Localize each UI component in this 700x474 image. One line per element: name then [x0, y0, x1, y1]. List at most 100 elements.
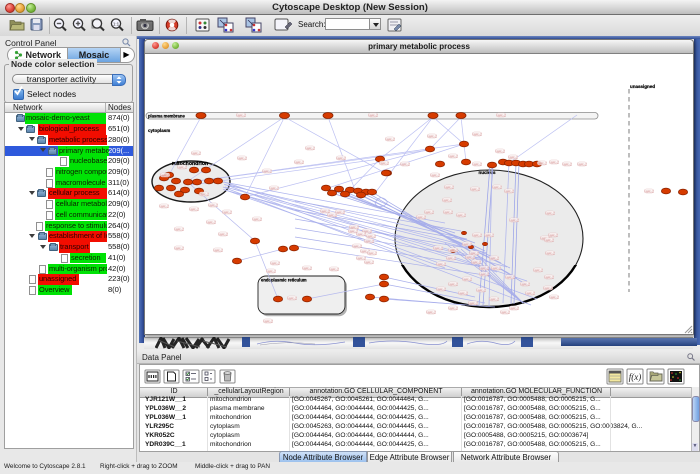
svg-text:YBR1C: YBR1C	[495, 149, 505, 153]
svg-text:YBR1C: YBR1C	[545, 211, 555, 215]
svg-text:YBR1C: YBR1C	[424, 210, 434, 214]
svg-text:YBR1C: YBR1C	[366, 234, 376, 238]
svg-text:YBR1C: YBR1C	[270, 261, 280, 265]
svg-text:plasma membrane: plasma membrane	[148, 114, 185, 119]
svg-text:YBR1C: YBR1C	[462, 242, 472, 246]
svg-text:YBR1C: YBR1C	[327, 213, 337, 217]
svg-text:YBR1C: YBR1C	[472, 132, 482, 136]
svg-text:YBR1C: YBR1C	[549, 295, 559, 299]
svg-text:YBR1C: YBR1C	[544, 275, 554, 279]
svg-text:YBR1C: YBR1C	[489, 256, 499, 260]
svg-text:YBR1C: YBR1C	[305, 146, 315, 150]
svg-text:YBR1C: YBR1C	[508, 155, 518, 159]
svg-text:YBR1C: YBR1C	[368, 113, 378, 117]
svg-text:YBR1C: YBR1C	[496, 113, 506, 117]
svg-text:YBR1C: YBR1C	[443, 210, 453, 214]
svg-text:YBR1C: YBR1C	[644, 189, 654, 193]
svg-text:YBR1C: YBR1C	[471, 260, 481, 264]
svg-text:YBR1C: YBR1C	[444, 185, 454, 189]
svg-text:YBR1C: YBR1C	[177, 165, 187, 169]
svg-text:YBR1C: YBR1C	[472, 162, 482, 166]
svg-text:YBR1C: YBR1C	[379, 161, 389, 165]
svg-text:YBR1C: YBR1C	[427, 134, 437, 138]
svg-text:YBR1C: YBR1C	[465, 255, 475, 259]
svg-text:YBR1C: YBR1C	[470, 187, 480, 191]
svg-text:YBR1C: YBR1C	[468, 301, 478, 305]
svg-text:YBR1C: YBR1C	[458, 291, 468, 295]
svg-text:YBR1C: YBR1C	[236, 113, 246, 117]
svg-text:YBR1C: YBR1C	[446, 256, 456, 260]
svg-text:YBR1C: YBR1C	[492, 185, 502, 189]
svg-text:YBR1C: YBR1C	[367, 251, 377, 255]
svg-text:YBR1C: YBR1C	[385, 137, 395, 141]
svg-text:nucleus: nucleus	[478, 170, 496, 175]
svg-text:YBR1C: YBR1C	[509, 306, 519, 310]
svg-text:YBR1C: YBR1C	[199, 192, 209, 196]
svg-text:YBR1C: YBR1C	[426, 310, 436, 314]
svg-text:YBR1C: YBR1C	[364, 260, 374, 264]
svg-text:YBR1C: YBR1C	[430, 173, 440, 177]
svg-text:YBR1C: YBR1C	[174, 227, 184, 231]
svg-text:YBR1C: YBR1C	[448, 248, 458, 252]
svg-text:YBR1C: YBR1C	[479, 272, 489, 276]
svg-text:YBR1C: YBR1C	[484, 233, 494, 237]
svg-text:YBR1C: YBR1C	[448, 306, 458, 310]
svg-text:YBR1C: YBR1C	[476, 288, 486, 292]
svg-text:YBR1C: YBR1C	[544, 238, 554, 242]
svg-text:YBR1C: YBR1C	[448, 282, 458, 286]
svg-text:YBR1C: YBR1C	[294, 160, 304, 164]
svg-text:YBR1C: YBR1C	[336, 156, 346, 160]
svg-text:YBR1C: YBR1C	[472, 233, 482, 237]
svg-text:YBR1C: YBR1C	[442, 198, 452, 202]
svg-text:YBR1C: YBR1C	[436, 287, 446, 291]
svg-text:YBR1C: YBR1C	[504, 189, 514, 193]
svg-text:YBR1C: YBR1C	[252, 217, 262, 221]
svg-text:endoplasmic reticulum: endoplasmic reticulum	[261, 278, 307, 283]
svg-text:YBR1C: YBR1C	[562, 162, 572, 166]
svg-text:YBR1C: YBR1C	[352, 244, 362, 248]
svg-text:YBR1C: YBR1C	[456, 213, 466, 217]
svg-text:YBR1C: YBR1C	[448, 154, 458, 158]
svg-text:YBR1C: YBR1C	[416, 215, 426, 219]
svg-text:YBR1C: YBR1C	[400, 162, 410, 166]
svg-text:YBR1C: YBR1C	[302, 266, 312, 270]
svg-text:YBR1C: YBR1C	[436, 262, 446, 266]
svg-text:YBR1C: YBR1C	[533, 268, 543, 272]
svg-text:YBR1C: YBR1C	[213, 248, 223, 252]
svg-text:YBR1C: YBR1C	[287, 296, 297, 300]
svg-text:YBR1C: YBR1C	[329, 267, 339, 271]
svg-text:YBR1C: YBR1C	[174, 246, 184, 250]
svg-text:YBR1C: YBR1C	[191, 151, 201, 155]
svg-text:YBR1C: YBR1C	[577, 162, 587, 166]
svg-text:YBR1C: YBR1C	[537, 161, 547, 165]
svg-text:YBR1C: YBR1C	[549, 160, 559, 164]
svg-text:YBR1C: YBR1C	[206, 220, 216, 224]
svg-text:YBR1C: YBR1C	[262, 169, 272, 173]
svg-text:YBR1C: YBR1C	[160, 173, 170, 177]
svg-text:YBR1C: YBR1C	[263, 319, 273, 323]
svg-text:YBR1C: YBR1C	[548, 233, 558, 237]
svg-text:YBR1C: YBR1C	[489, 297, 499, 301]
svg-text:1:1: 1:1	[113, 22, 120, 27]
svg-text:YBR1C: YBR1C	[356, 232, 366, 236]
svg-text:unassigned: unassigned	[630, 84, 655, 89]
svg-text:YBR1C: YBR1C	[545, 251, 555, 255]
svg-text:YBR1C: YBR1C	[525, 291, 535, 295]
svg-text:YBR1C: YBR1C	[491, 266, 501, 270]
svg-text:YBR1C: YBR1C	[208, 203, 218, 207]
svg-text:YBR1C: YBR1C	[500, 310, 510, 314]
svg-text:YBR1C: YBR1C	[433, 246, 443, 250]
svg-text:YBR1C: YBR1C	[505, 275, 515, 279]
svg-text:YBR1C: YBR1C	[543, 286, 553, 290]
svg-text:YBR1C: YBR1C	[479, 266, 489, 270]
svg-text:YBR1C: YBR1C	[218, 232, 228, 236]
svg-text:f(x): f(x)	[629, 372, 642, 382]
svg-text:cytoplasm: cytoplasm	[148, 128, 170, 133]
svg-text:YBR1C: YBR1C	[189, 207, 199, 211]
svg-text:YBR1C: YBR1C	[269, 186, 279, 190]
svg-text:YBR1C: YBR1C	[237, 156, 247, 160]
svg-text:YBR1C: YBR1C	[222, 210, 232, 214]
svg-text:YBR1C: YBR1C	[520, 282, 530, 286]
svg-text:YBR1C: YBR1C	[266, 269, 276, 273]
svg-text:YBR1C: YBR1C	[364, 239, 374, 243]
